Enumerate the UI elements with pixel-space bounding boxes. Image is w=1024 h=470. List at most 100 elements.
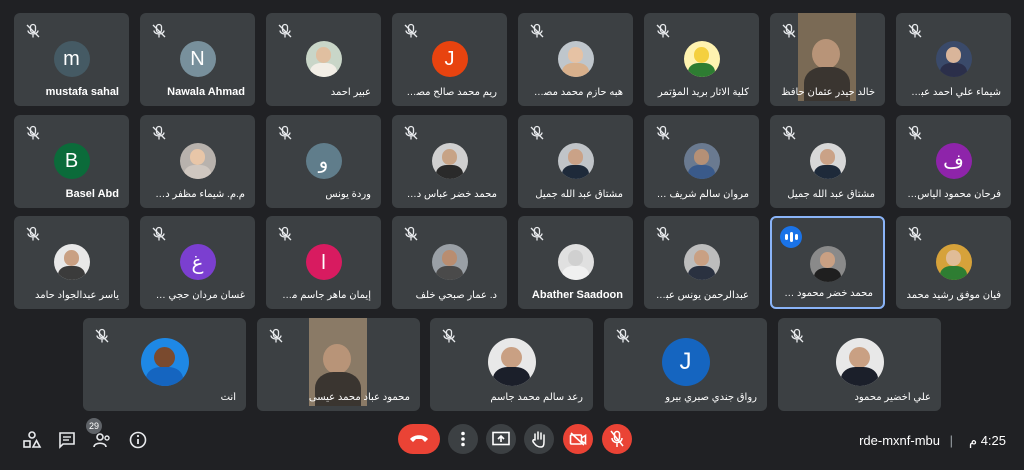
participant-tile[interactable]: مروان سالم شريف عبدالغ... [644, 115, 759, 208]
info-icon[interactable] [128, 430, 148, 450]
participant-tile[interactable]: م.م. شيماء مظفر دخيل ي... [140, 115, 255, 208]
avatar: ا [305, 244, 342, 280]
participant-name: محمود عباد محمد عيسى [308, 392, 410, 403]
participant-name: Basel Abd [65, 188, 119, 200]
muted-mic-icon [908, 125, 922, 140]
muted-mic-icon [278, 226, 292, 241]
muted-mic-icon [404, 23, 418, 38]
muted-mic-icon [95, 328, 109, 343]
participant-tile[interactable]: مشتاق عبد الله جميل [518, 115, 633, 208]
avatar-photo [53, 244, 90, 280]
participant-tile[interactable]: كلية الاثار بريد المؤتمر [644, 13, 759, 106]
participant-tile[interactable]: رعد سالم محمد جاسم [430, 318, 593, 411]
avatar: غ [179, 244, 216, 280]
participant-tile[interactable]: Abather Saadoon [518, 216, 633, 309]
muted-mic-icon [782, 23, 796, 38]
participant-name: غسان مردان حجي خضر [150, 290, 245, 301]
avatar-photo [487, 338, 536, 386]
participant-tile[interactable]: فيان موفق رشيد محمد [896, 216, 1011, 309]
avatar-photo [557, 41, 594, 77]
participant-name: كلية الاثار بريد المؤتمر [657, 87, 749, 98]
time-separator: | [949, 433, 953, 448]
avatar-photo [809, 246, 846, 282]
hand-icon [532, 431, 545, 448]
participant-tile[interactable]: علي أخضير محمود [778, 318, 941, 411]
avatar-initial: m [63, 47, 80, 70]
muted-mic-icon [26, 23, 40, 38]
avatar-photo [557, 244, 594, 280]
muted-mic-icon [269, 328, 283, 343]
avatar-photo [683, 244, 720, 280]
participant-name: مشتاق عبد الله جميل [535, 189, 623, 200]
end-call-button[interactable] [398, 424, 440, 454]
avatar-photo [140, 338, 189, 386]
participant-name: وردة يونس [325, 189, 371, 200]
muted-mic-icon [530, 226, 544, 241]
participant-tile[interactable]: و وردة يونس [266, 115, 381, 208]
participant-tile[interactable]: ا إيمان ماهر جاسم محمد [266, 216, 381, 309]
participant-name: فرحان محمود الياس حوار [906, 189, 1001, 200]
participant-tile[interactable]: مشتاق عبد الله جميل [770, 115, 885, 208]
mic-toggle-button[interactable] [602, 424, 632, 454]
muted-mic-icon [656, 125, 670, 140]
camera-toggle-button[interactable] [563, 424, 593, 454]
participant-name: رواق جندي صبري بيرو [665, 392, 757, 403]
participant-tile[interactable]: د. عمار صبحي خلف [392, 216, 507, 309]
participant-name: عبير احمد [330, 87, 371, 98]
chat-icon[interactable] [57, 430, 77, 450]
meeting-code: rde-mxnf-mbu [859, 433, 940, 448]
participant-tile[interactable]: خالد حيدر عثمان حافظ [770, 13, 885, 106]
avatar-photo [557, 143, 594, 179]
avatar-photo [179, 143, 216, 179]
participant-tile[interactable]: B Basel Abd [14, 115, 129, 208]
raise-hand-button[interactable] [524, 424, 554, 454]
participant-tile[interactable]: غ غسان مردان حجي خضر [140, 216, 255, 309]
muted-mic-icon [152, 226, 166, 241]
muted-mic-icon [278, 23, 292, 38]
more-options-button[interactable] [448, 424, 478, 454]
avatar: J [431, 41, 468, 77]
avatar-initial: J [679, 348, 692, 375]
participant-name: ياسر عبدالجواد حامد [34, 290, 119, 301]
participant-name: م.م. شيماء مظفر دخيل ي... [150, 189, 245, 200]
avatar-initial: و [318, 150, 329, 173]
participant-tile[interactable]: هبه حازم محمد مصطفى [518, 13, 633, 106]
activities-icon[interactable] [22, 430, 42, 450]
avatar-initial: غ [191, 251, 204, 274]
participant-tile[interactable]: عبدالرحمن يونس عبدالر... [644, 216, 759, 309]
avatar-photo [305, 41, 342, 77]
participant-name: Abather Saadoon [531, 289, 623, 301]
participant-tile[interactable]: عبير احمد [266, 13, 381, 106]
avatar: B [53, 143, 90, 179]
participant-name: فيان موفق رشيد محمد [906, 290, 1001, 301]
participant-name: ريم محمد صالح مصطفى [402, 87, 497, 98]
muted-mic-icon [152, 23, 166, 38]
present-icon [492, 431, 510, 446]
participant-tile[interactable]: ف فرحان محمود الياس حوار [896, 115, 1011, 208]
participant-tile[interactable]: محمد خضر عباس دهش [392, 115, 507, 208]
participant-tile[interactable]: محمد خضر محمود عبو [770, 216, 885, 309]
participant-tile[interactable]: شيماء علي أحمد عبدالرزاق [896, 13, 1011, 106]
muted-mic-icon [530, 125, 544, 140]
participant-tile[interactable]: N Nawala Ahmad [140, 13, 255, 106]
present-button[interactable] [486, 424, 516, 454]
participant-name: د. عمار صبحي خلف [415, 290, 497, 301]
participant-tile[interactable]: ياسر عبدالجواد حامد [14, 216, 129, 309]
avatar: J [661, 338, 710, 386]
participant-name: أنت [220, 392, 236, 403]
participant-tile[interactable]: J ريم محمد صالح مصطفى [392, 13, 507, 106]
avatar-photo [431, 143, 468, 179]
participant-name: شيماء علي أحمد عبدالرزاق [906, 87, 1001, 98]
muted-mic-icon [152, 125, 166, 140]
avatar-photo [809, 143, 846, 179]
participant-tile[interactable]: محمود عباد محمد عيسى [257, 318, 420, 411]
muted-mic-icon [278, 125, 292, 140]
participant-tile[interactable]: m mustafa sahal [14, 13, 129, 106]
meeting-time: 4:25 م [969, 433, 1006, 448]
avatar-photo [683, 41, 720, 77]
camera-off-icon [569, 432, 587, 446]
muted-mic-icon [530, 23, 544, 38]
participant-name: علي أخضير محمود [854, 392, 931, 403]
participant-tile[interactable]: J رواق جندي صبري بيرو [604, 318, 767, 411]
participant-tile[interactable]: أنت [83, 318, 246, 411]
